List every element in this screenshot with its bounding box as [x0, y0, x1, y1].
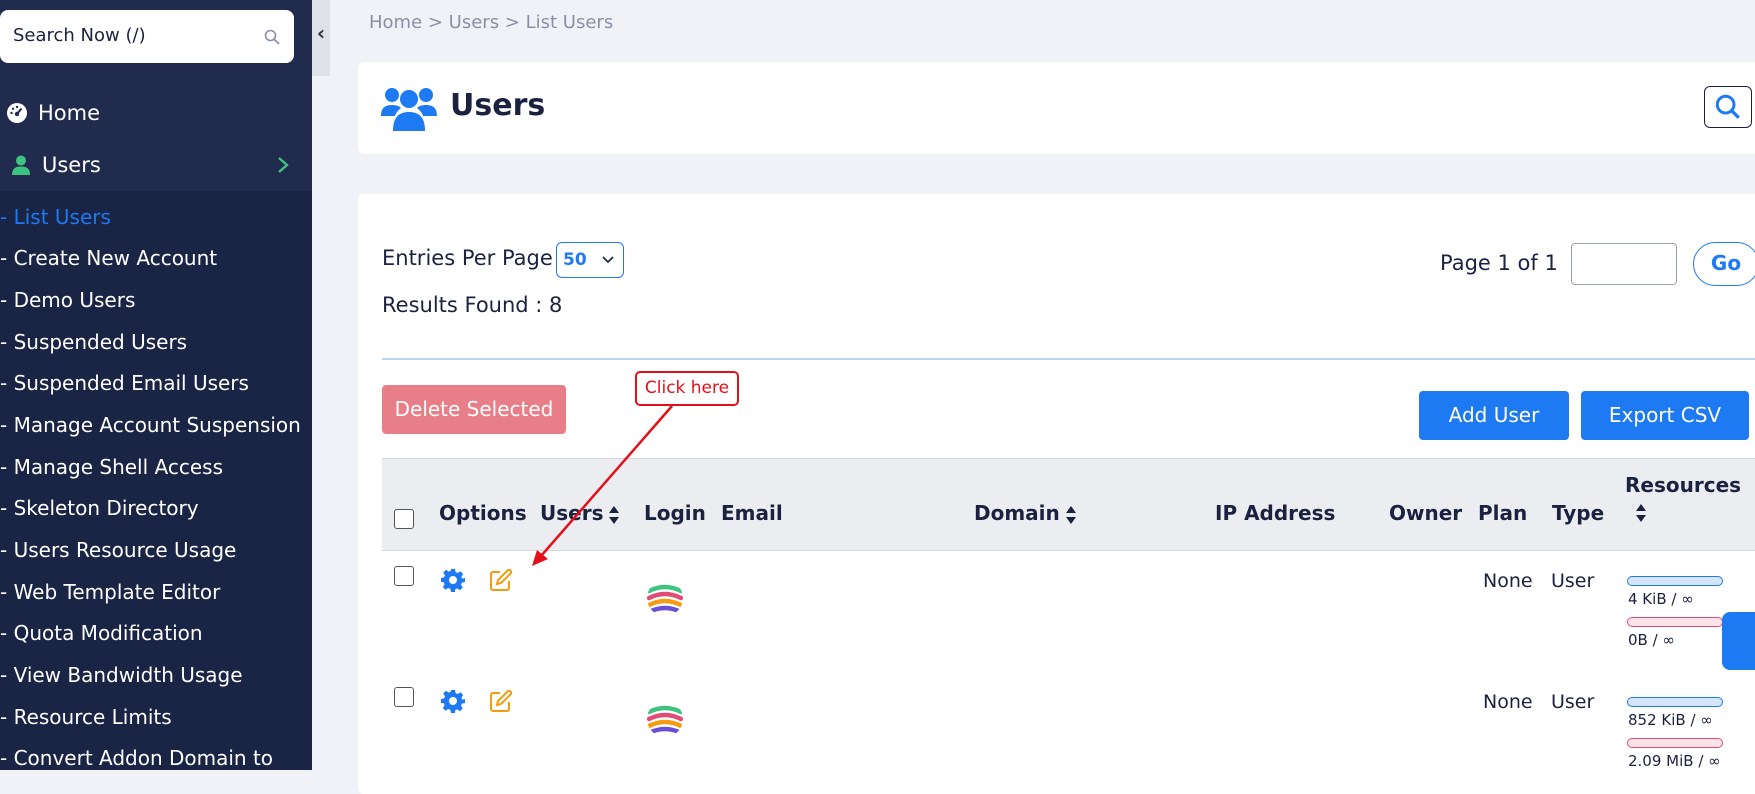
submenu-item-shell-access[interactable]: - Manage Shell Access [0, 447, 223, 487]
users-group-icon [381, 88, 437, 131]
chevron-down-icon [602, 256, 614, 264]
submenu-item-resource-limits[interactable]: - Resource Limits [0, 697, 172, 737]
disk-usage-text: 4 KiB / ∞ [1628, 590, 1694, 608]
bandwidth-usage-bar [1627, 617, 1723, 627]
go-button[interactable]: Go [1693, 242, 1755, 286]
bandwidth-usage-bar [1627, 738, 1723, 748]
users-submenu: - List Users - Create New Account - Demo… [0, 191, 312, 770]
chevron-right-icon [278, 157, 289, 173]
add-user-button[interactable]: Add User [1419, 391, 1569, 440]
delete-selected-button[interactable]: Delete Selected [382, 385, 566, 434]
disk-usage-bar [1627, 697, 1723, 707]
submenu-item-list-users[interactable]: - List Users [0, 197, 111, 237]
disk-usage-bar [1627, 576, 1723, 586]
column-header-ip: IP Address [1215, 501, 1336, 525]
search-icon [1715, 94, 1740, 119]
sidebar-item-users[interactable]: Users [0, 139, 312, 191]
submenu-item-create-account[interactable]: - Create New Account [0, 238, 217, 278]
page-number-input[interactable] [1571, 243, 1677, 285]
entries-per-page-label: Entries Per Page [382, 246, 553, 270]
column-header-owner: Owner [1389, 501, 1463, 525]
sort-icon[interactable] [1635, 503, 1647, 523]
edit-icon[interactable] [489, 568, 513, 592]
column-header-login: Login [644, 501, 706, 525]
sidebar-item-home-label: Home [38, 101, 101, 125]
sidebar-item-users-label: Users [42, 153, 101, 177]
column-header-resources: Resources [1625, 473, 1742, 497]
sidebar: Search Now (/) Home Users - List Users -… [0, 0, 312, 770]
entries-per-page-value: 50 [563, 250, 587, 270]
entries-per-page-select[interactable]: 50 [556, 242, 624, 278]
export-csv-button[interactable]: Export CSV [1581, 391, 1749, 440]
users-list-card: Entries Per Page 50 Results Found : 8 Pa… [358, 194, 1755, 794]
row-type: User [1551, 570, 1595, 592]
table-row: None User 4 KiB / ∞ 0B / ∞ [382, 550, 1755, 666]
row-plan: None [1483, 570, 1533, 592]
column-header-users[interactable]: Users [540, 501, 620, 525]
row-plan: None [1483, 691, 1533, 713]
bandwidth-usage-text: 2.09 MiB / ∞ [1628, 752, 1721, 770]
disk-usage-text: 852 KiB / ∞ [1628, 711, 1713, 729]
floating-side-button[interactable] [1722, 612, 1755, 670]
breadcrumb[interactable]: Home > Users > List Users [369, 12, 613, 33]
dashboard-icon [7, 103, 27, 123]
submenu-item-web-template-editor[interactable]: - Web Template Editor [0, 572, 220, 612]
column-header-options: Options [439, 501, 527, 525]
page-indicator: Page 1 of 1 [1440, 251, 1558, 275]
submenu-item-quota-modification[interactable]: - Quota Modification [0, 613, 203, 653]
gear-icon[interactable] [441, 568, 465, 592]
column-header-domain-label: Domain [974, 501, 1060, 525]
column-header-email: Email [721, 501, 783, 525]
row-checkbox[interactable] [394, 687, 414, 707]
submenu-item-bandwidth-usage[interactable]: - View Bandwidth Usage [0, 655, 243, 695]
column-header-plan: Plan [1478, 501, 1528, 525]
sidebar-item-home[interactable]: Home [0, 87, 312, 139]
submenu-item-convert-addon-domain[interactable]: - Convert Addon Domain to [0, 738, 273, 770]
table-header: Options Users Login Email Domain IP Addr… [382, 458, 1755, 551]
results-found: Results Found : 8 [382, 293, 563, 317]
sort-icon [609, 505, 620, 524]
row-checkbox[interactable] [394, 566, 414, 586]
sort-icon [1065, 505, 1076, 524]
user-icon [12, 155, 30, 175]
submenu-item-suspended-users[interactable]: - Suspended Users [0, 322, 187, 362]
submenu-item-resource-usage[interactable]: - Users Resource Usage [0, 530, 236, 570]
column-header-users-label: Users [540, 501, 604, 525]
submenu-item-demo-users[interactable]: - Demo Users [0, 280, 135, 320]
gear-icon[interactable] [441, 689, 465, 713]
column-header-domain[interactable]: Domain [974, 501, 1077, 525]
bandwidth-usage-text: 0B / ∞ [1628, 631, 1675, 649]
search-icon [264, 29, 280, 45]
submenu-item-suspended-email-users[interactable]: - Suspended Email Users [0, 363, 249, 403]
select-all-checkbox[interactable] [394, 509, 414, 529]
table-row: None User 852 KiB / ∞ 2.09 MiB / ∞ [382, 671, 1755, 794]
row-type: User [1551, 691, 1595, 713]
page-header-card: Users [358, 62, 1755, 154]
page-title: Users [450, 88, 546, 123]
edit-icon[interactable] [489, 689, 513, 713]
annotation-callout: Click here [635, 371, 739, 406]
submenu-item-account-suspension[interactable]: - Manage Account Suspension [0, 405, 301, 445]
divider [382, 358, 1755, 360]
column-header-type: Type [1552, 501, 1605, 525]
submenu-item-skeleton-directory[interactable]: - Skeleton Directory [0, 488, 199, 528]
login-app-icon[interactable] [645, 578, 685, 618]
login-app-icon[interactable] [645, 699, 685, 739]
sidebar-search-input[interactable]: Search Now (/) [0, 10, 294, 63]
sidebar-collapse-toggle[interactable]: ‹ [312, 0, 330, 76]
search-placeholder: Search Now (/) [13, 25, 146, 46]
header-search-button[interactable] [1704, 86, 1752, 128]
